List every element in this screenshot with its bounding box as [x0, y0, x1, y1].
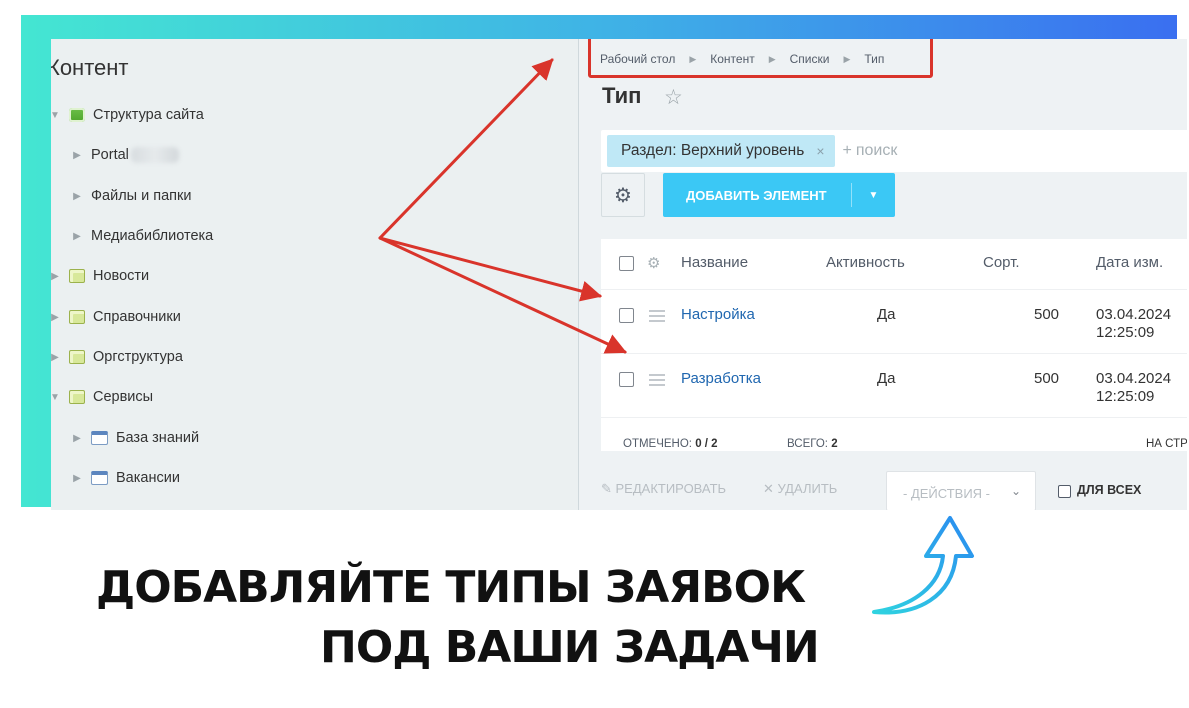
annotation-arrows: [378, 58, 627, 354]
arrow-to-row-1: [378, 236, 603, 302]
arrow-to-row-2: [378, 236, 627, 354]
caption-line-1: ДОБАВЛЯЙТЕ ТИПЫ ЗАЯВОК: [96, 562, 806, 613]
curved-arrow-up-icon: [872, 516, 974, 615]
arrow-to-breadcrumb: [378, 58, 554, 240]
caption-line-2: ПОД ВАШИ ЗАДАЧИ: [320, 622, 820, 673]
